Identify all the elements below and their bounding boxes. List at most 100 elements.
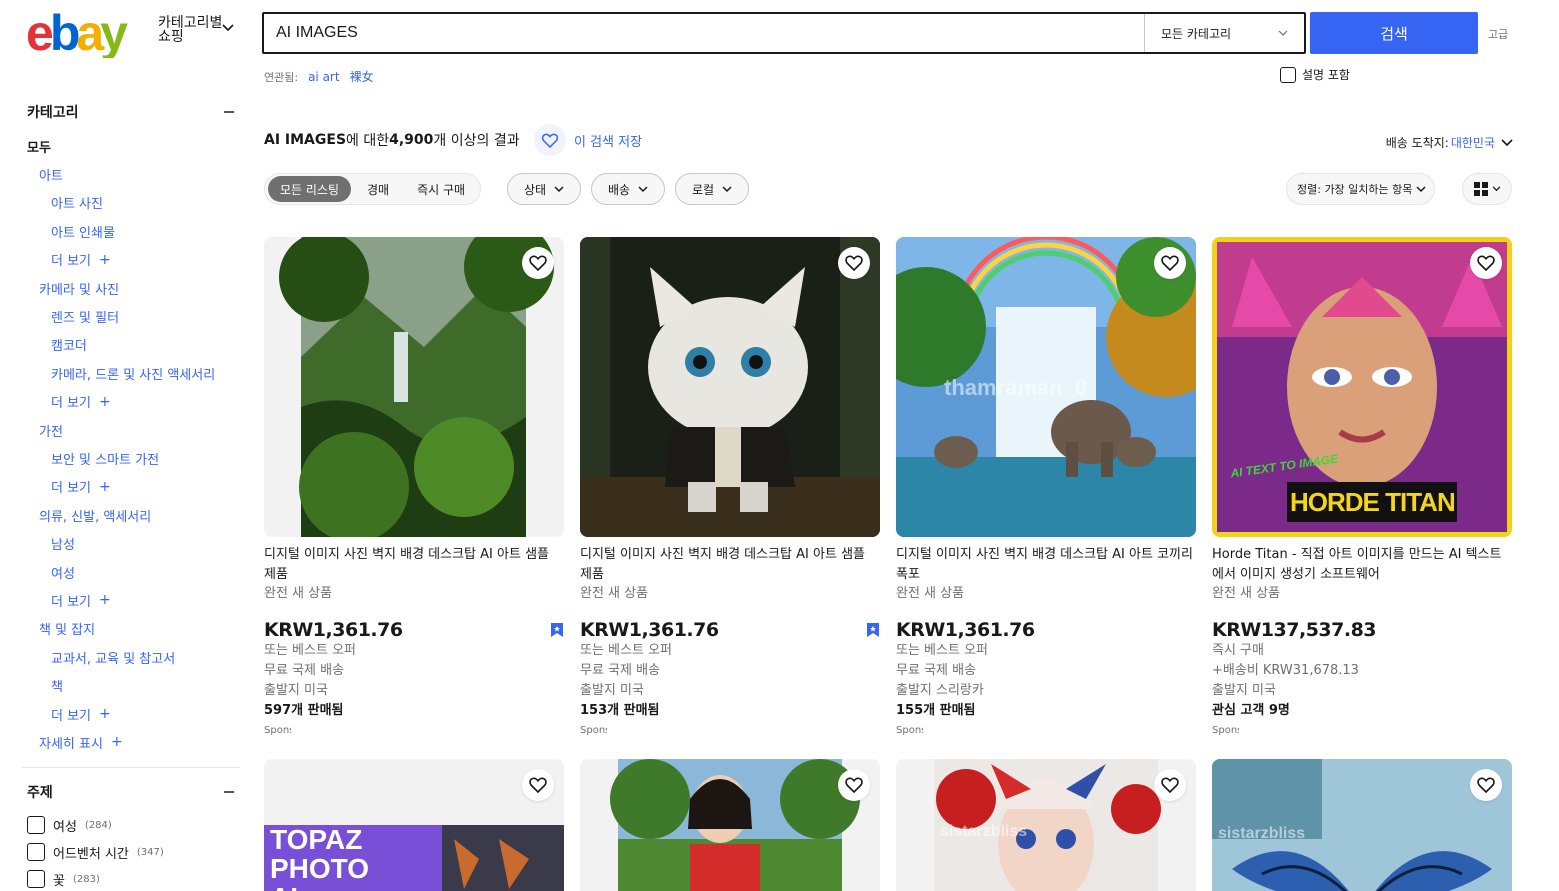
listing-title[interactable]: 디지털 이미지 사진 벽지 배경 데스크탑 AI 아트 샘플 제품 [264,545,564,585]
listing-condition: 완전 새 상품 [896,586,965,601]
topic-filter-item[interactable]: 어드벤처 시간 (347) [22,839,240,866]
category-item[interactable]: 가전 [22,416,240,444]
sort-dropdown[interactable]: 정렬: 가장 일치하는 항목 [1286,173,1436,205]
watch-heart-icon[interactable] [1470,247,1502,279]
category-item[interactable]: 남성 [22,529,240,557]
show-more-link[interactable]: 더 보기 + [22,473,240,501]
checkbox[interactable] [1280,66,1296,83]
category-item[interactable]: 교과서, 교육 및 참고서 [22,643,240,671]
category-item[interactable]: 책 [22,671,240,699]
category-item[interactable]: 아트 [22,160,240,188]
topic-label: 어드벤처 시간 [53,846,129,862]
chevron-down-icon [554,185,564,192]
tab-buy-it-now[interactable]: 즉시 구매 [405,176,477,202]
collapse-icon[interactable] [224,790,234,793]
listing-card[interactable]: 디지털 이미지 사진 벽지 배경 데스크탑 AI 아트 샘플 제품 완전 새 상… [580,237,880,736]
listing-card[interactable]: sistarzbliss [896,759,1196,891]
show-more-link[interactable]: 더 보기 + [22,586,240,614]
listing-title[interactable]: 디지털 이미지 사진 벽지 배경 데스크탑 AI 아트 코끼리 폭포 [896,545,1196,585]
sort-label: 정렬: 가장 일치하는 항목 [1297,183,1413,196]
checkbox[interactable] [27,843,45,862]
listing-card[interactable]: sistarzbliss [1212,759,1512,891]
watermark-text: sistarzbliss [940,823,1028,840]
plus-icon: + [99,251,111,268]
save-search-button[interactable]: 이 검색 저장 [534,124,642,156]
show-more-link[interactable]: 더 보기 + [22,700,240,728]
listing-card[interactable]: 디지털 이미지 사진 벽지 배경 데스크탑 AI 아트 샘플 제품 완전 새 상… [264,237,564,736]
watch-heart-icon[interactable] [1154,247,1186,279]
plus-icon: + [99,478,111,495]
search-button[interactable]: 검색 [1310,12,1478,54]
condition-filter[interactable]: 상태 [507,173,582,205]
include-description-checkbox[interactable]: 설명 포함 [1280,66,1350,83]
listing-title[interactable]: Horde Titan - 직접 아트 이미지를 만드는 AI 텍스트에서 이미… [1212,545,1512,585]
listing-image[interactable] [264,237,564,537]
shipping-filter[interactable]: 배송 [591,173,666,205]
checkbox[interactable] [27,870,45,889]
view-toggle[interactable] [1462,173,1512,205]
tab-all-listings[interactable]: 모든 리스팅 [268,176,352,202]
watch-heart-icon[interactable] [522,769,554,801]
category-item[interactable]: 렌즈 및 필터 [22,302,240,330]
category-item[interactable]: 책 및 잡지 [22,615,240,643]
category-item-label: 아트 인쇄물 [51,225,115,241]
category-item[interactable]: 여성 [22,558,240,586]
shop-by-category-button[interactable]: 카테고리별 쇼핑 [158,16,238,44]
listing-sold: 597개 판매됨 [264,703,344,718]
category-item-label: 캠코더 [51,339,87,355]
ship-to-value[interactable]: 대한민국 [1451,134,1495,151]
chevron-down-icon [1416,185,1426,192]
listing-card[interactable]: TOPAZ PHOTO AI [264,759,564,891]
listing-image[interactable]: AI TEXT TO IMAGE HORDE TITAN [1212,237,1512,537]
category-all[interactable]: 모두 [22,132,240,160]
watch-heart-icon[interactable] [1470,769,1502,801]
category-select[interactable]: 모든 카테고리 [1144,14,1304,52]
collapse-icon[interactable] [224,111,234,113]
ship-to-selector[interactable]: 배송 도착지: 대한민국 [1386,134,1513,151]
category-item[interactable]: 캠코더 [22,331,240,359]
advanced-search-link[interactable]: 고급 [1488,26,1508,42]
listing-image[interactable]: thamraman_0 [896,237,1196,537]
watch-heart-icon[interactable] [838,247,870,279]
listing-image[interactable]: sistarzbliss [896,759,1196,891]
topic-filter-item[interactable]: 여성 (284) [22,812,240,839]
category-item[interactable]: 의류, 신발, 액세서리 [22,501,240,529]
show-more-link[interactable]: 더 보기 + [22,246,240,274]
watch-heart-icon[interactable] [1154,769,1186,801]
show-more-link[interactable]: 더 보기 + [22,388,240,416]
listing-image[interactable]: sistarzbliss [1212,759,1512,891]
sponsored-label: Sponsored [896,725,923,736]
related-link-ai-art[interactable]: ai art [308,70,340,84]
checkbox[interactable] [27,816,45,835]
listing-title[interactable]: 디지털 이미지 사진 벽지 배경 데스크탑 AI 아트 샘플 제품 [580,545,880,585]
watch-heart-icon[interactable] [522,247,554,279]
listing-image[interactable] [580,759,880,891]
category-select-value: 모든 카테고리 [1161,26,1232,41]
show-more-link[interactable]: 자세히 표시 + [22,728,240,756]
search-input[interactable] [264,14,1144,52]
listing-card[interactable]: AI TEXT TO IMAGE HORDE TITAN Horde Titan… [1212,237,1512,736]
topic-filter-item[interactable]: 꽃 (283) [22,866,240,891]
listing-best-offer: 또는 베스트 오퍼 [264,643,356,658]
category-item[interactable]: 카메라, 드론 및 사진 액세서리 [22,359,240,387]
plus-icon: + [99,393,111,410]
watch-heart-icon[interactable] [838,769,870,801]
category-heading[interactable]: 카테고리 [22,100,240,124]
related-link-nude[interactable]: 裸女 [350,68,374,85]
listing-image[interactable]: TOPAZ PHOTO AI [264,759,564,891]
plus-icon: + [110,734,123,751]
category-item[interactable]: 아트 사진 [22,189,240,217]
category-item-label: 카메라, 드론 및 사진 액세서리 [51,367,216,383]
category-item[interactable]: 보안 및 스마트 가전 [22,444,240,472]
listing-image[interactable] [580,237,880,537]
listing-card[interactable] [580,759,880,891]
category-item[interactable]: 카메라 및 사진 [22,274,240,302]
listing-card[interactable]: thamraman_0 디지털 이미지 사진 벽지 배경 데스크탑 AI 아트 … [896,237,1196,736]
ebay-logo[interactable]: ebay [26,8,146,58]
tab-auction[interactable]: 경매 [355,176,401,202]
save-search-label: 이 검색 저장 [574,134,643,150]
category-item[interactable]: 아트 인쇄물 [22,217,240,245]
category-item-label: 자세히 표시 [39,736,103,752]
topic-heading[interactable]: 주제 [22,780,240,804]
local-filter[interactable]: 로컬 [675,173,750,205]
